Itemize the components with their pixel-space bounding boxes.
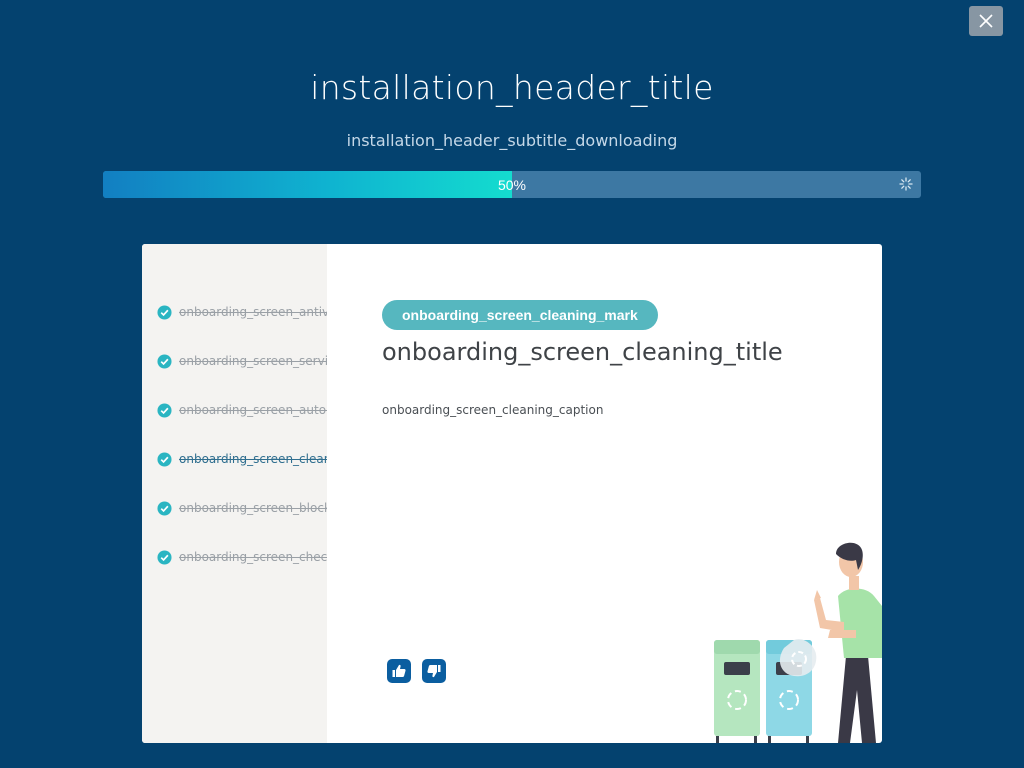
thumbs-down-icon (427, 665, 441, 678)
like-button[interactable] (387, 659, 411, 683)
check-circle-icon (157, 451, 172, 467)
check-circle-icon (157, 353, 172, 369)
installation-title: installation_header_title (310, 68, 714, 107)
step-antivirus[interactable]: onboarding_screen_antivirus_title (157, 302, 327, 322)
feature-mark-badge: onboarding_screen_cleaning_mark (382, 300, 658, 330)
step-autorun[interactable]: onboarding_screen_autorun_title (157, 400, 327, 420)
step-blocking[interactable]: onboarding_screen_blocking_title (157, 498, 327, 518)
installation-subtitle: installation_header_subtitle_downloading (346, 131, 678, 150)
step-label: onboarding_screen_blocking_title (179, 501, 327, 515)
step-label: onboarding_screen_antivirus_title (179, 305, 327, 319)
close-button[interactable] (969, 6, 1003, 36)
step-checking[interactable]: onboarding_screen_checking_title (157, 547, 327, 567)
feature-caption: onboarding_screen_cleaning_caption (382, 403, 604, 417)
step-cleaning[interactable]: onboarding_screen_cleaning_title (157, 449, 327, 469)
onboarding-card: onboarding_screen_antivirus_title onboar… (142, 244, 882, 743)
progress-percent-label: 50% (497, 176, 527, 193)
cleaning-illustration (714, 542, 882, 743)
check-circle-icon (157, 304, 172, 320)
step-label: onboarding_screen_services_title (179, 354, 327, 368)
step-label: onboarding_screen_autorun_title (179, 403, 327, 417)
spinner-icon (899, 177, 913, 191)
installer-window: installation_header_title installation_h… (0, 0, 1024, 768)
check-circle-icon (157, 402, 172, 418)
check-circle-icon (157, 500, 172, 516)
onboarding-steps-sidebar: onboarding_screen_antivirus_title onboar… (142, 244, 327, 743)
dislike-button[interactable] (422, 659, 446, 683)
step-label: onboarding_screen_checking_title (179, 550, 327, 564)
close-icon (979, 14, 993, 28)
step-services[interactable]: onboarding_screen_services_title (157, 351, 327, 371)
feature-title: onboarding_screen_cleaning_title (382, 338, 783, 366)
download-progress-bar: 50% (103, 171, 921, 198)
thumbs-up-icon (392, 664, 406, 677)
step-label: onboarding_screen_cleaning_title (179, 452, 327, 466)
check-circle-icon (157, 549, 172, 565)
